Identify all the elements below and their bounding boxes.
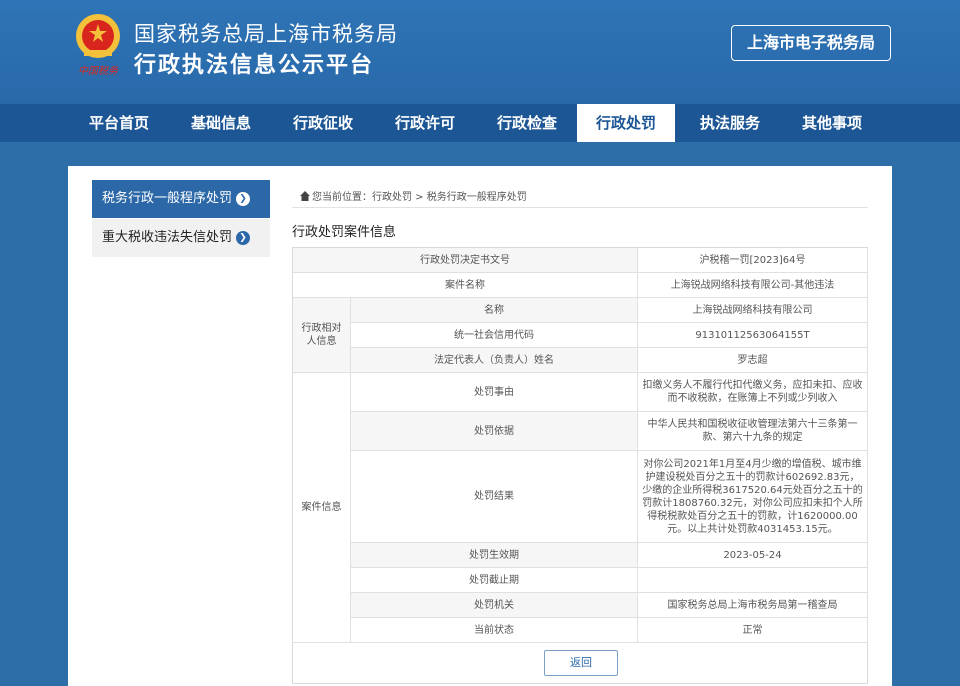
end-date-value xyxy=(638,568,868,593)
effective-date-label: 处罚生效期 xyxy=(351,543,638,568)
sidebar: 税务行政一般程序处罚 ❯ 重大税收违法失信处罚 ❯ xyxy=(92,180,270,257)
party-name-value: 上海锐战网络科技有限公司 xyxy=(638,298,868,323)
nav-inspection[interactable]: 行政检查 xyxy=(478,104,576,142)
basis-value: 中华人民共和国税收征收管理法第六十三条第一款、第六十九条的规定 xyxy=(638,412,868,451)
case-group-label: 案件信息 xyxy=(293,373,351,643)
chevron-right-icon: ❯ xyxy=(236,231,250,245)
effective-date-value: 2023-05-24 xyxy=(638,543,868,568)
legal-rep-value: 罗志超 xyxy=(638,348,868,373)
platform-name: 行政执法信息公示平台 xyxy=(134,53,375,78)
case-name-label: 案件名称 xyxy=(293,273,638,298)
authority-value: 国家税务总局上海市税务局第一稽查局 xyxy=(638,593,868,618)
sidebar-item-general-penalty[interactable]: 税务行政一般程序处罚 ❯ xyxy=(92,180,270,218)
result-label: 处罚结果 xyxy=(351,451,638,543)
divider xyxy=(292,207,868,208)
home-icon xyxy=(300,191,310,201)
case-name-value: 上海锐战网络科技有限公司-其他违法 xyxy=(638,273,868,298)
svg-text:中国税务: 中国税务 xyxy=(78,65,119,77)
result-value: 对你公司2021年1月至4月少缴的增值税、城市维护建设税处百分之五十的罚款计60… xyxy=(638,451,868,543)
e-tax-portal-button[interactable]: 上海市电子税务局 xyxy=(731,25,891,61)
breadcrumb-prefix: 您当前位置： xyxy=(312,192,372,203)
nav-penalty[interactable]: 行政处罚 xyxy=(577,104,675,142)
reason-label: 处罚事由 xyxy=(351,373,638,412)
reason-value: 扣缴义务人不履行代扣代缴义务，应扣未扣、应收而不收税款，在账簿上不列或少列收入 xyxy=(638,373,868,412)
authority-label: 处罚机关 xyxy=(351,593,638,618)
sidebar-item-label: 税务行政一般程序处罚 xyxy=(102,191,233,206)
nav-service[interactable]: 执法服务 xyxy=(681,104,779,142)
nav-basic-info[interactable]: 基础信息 xyxy=(172,104,270,142)
status-value: 正常 xyxy=(638,618,868,643)
basis-label: 处罚依据 xyxy=(351,412,638,451)
party-group-label: 行政相对人信息 xyxy=(293,298,351,373)
credit-code-value: 91310112563064155T xyxy=(638,323,868,348)
case-info-table: 行政处罚决定书文号 沪税稽一罚[2023]64号 案件名称 上海锐战网络科技有限… xyxy=(292,247,868,684)
credit-code-label: 统一社会信用代码 xyxy=(351,323,638,348)
nav-license[interactable]: 行政许可 xyxy=(376,104,474,142)
main-nav: 平台首页 基础信息 行政征收 行政许可 行政检查 行政处罚 执法服务 其他事项 xyxy=(0,104,960,142)
sidebar-item-major-violation[interactable]: 重大税收违法失信处罚 ❯ xyxy=(92,219,270,257)
status-label: 当前状态 xyxy=(351,618,638,643)
decision-no-value: 沪税稽一罚[2023]64号 xyxy=(638,248,868,273)
breadcrumb: 您当前位置：行政处罚 > 税务行政一般程序处罚 xyxy=(300,188,527,203)
party-name-label: 名称 xyxy=(351,298,638,323)
section-title: 行政处罚案件信息 xyxy=(292,225,397,240)
nav-other[interactable]: 其他事项 xyxy=(783,104,881,142)
nav-home[interactable]: 平台首页 xyxy=(70,104,168,142)
org-name: 国家税务总局上海市税务局 xyxy=(134,22,398,46)
decision-no-label: 行政处罚决定书文号 xyxy=(293,248,638,273)
legal-rep-label: 法定代表人（负责人）姓名 xyxy=(351,348,638,373)
site-header: 中国税务 国家税务总局上海市税务局 行政执法信息公示平台 上海市电子税务局 xyxy=(0,0,960,104)
nav-collection[interactable]: 行政征收 xyxy=(274,104,372,142)
tax-emblem-logo: 中国税务 xyxy=(72,10,124,78)
chevron-right-icon: ❯ xyxy=(236,192,250,206)
breadcrumb-path[interactable]: 行政处罚 > 税务行政一般程序处罚 xyxy=(372,192,527,203)
back-button[interactable]: 返回 xyxy=(544,650,618,676)
end-date-label: 处罚截止期 xyxy=(351,568,638,593)
sidebar-item-label: 重大税收违法失信处罚 xyxy=(102,230,233,245)
